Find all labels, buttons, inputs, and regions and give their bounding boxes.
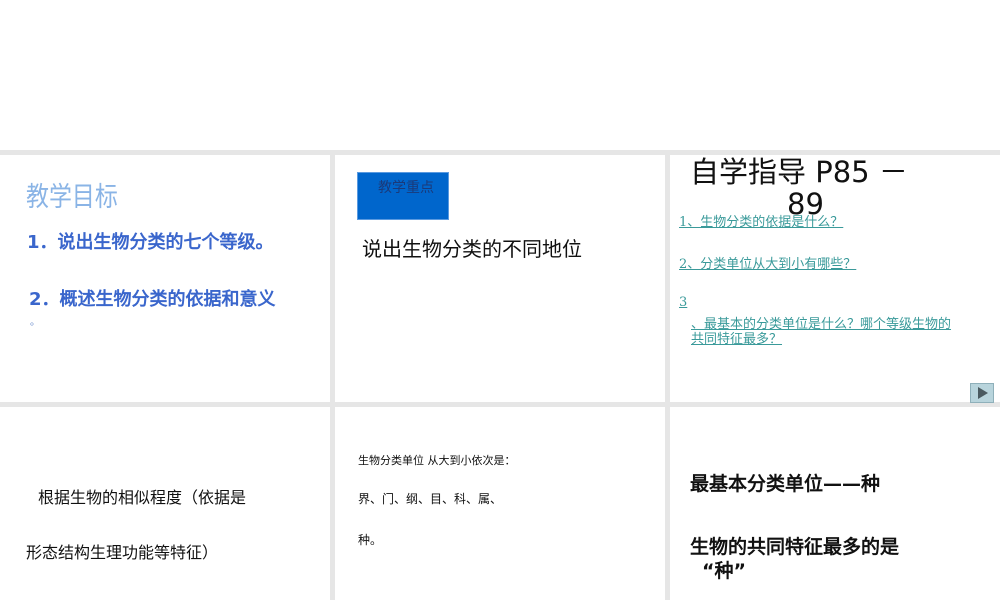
objective-item: 1．说出生物分类的七个等级。 [27,232,274,253]
units-line-1: 生物分类单位 从大到小依次是： [358,454,516,467]
slide-thumbnail-objectives[interactable]: 教学目标 1．说出生物分类的七个等级。 2．概述生物分类的依据和意义 。 [0,155,330,402]
question-link-3-number[interactable]: 3 [679,295,687,310]
key-point-text: 说出生物分类的不同地位 [362,237,582,261]
units-line-2: 界、门、纲、目、科、属、 [358,492,503,506]
basis-line-2: 形态结构生理功能等特征） [26,543,219,562]
question-link-2[interactable]: 2、分类单位从大到小有哪些？ [679,253,856,272]
trailing-punctuation: 。 [30,317,40,328]
key-points-badge: 教学重点 [357,172,449,220]
question-link-1[interactable]: 1、生物分类的依据是什么？ [679,211,843,230]
question-link-3-cont[interactable]: 共同特征最多？ [691,328,782,347]
slide-thumbnail-basis[interactable]: 根据生物的相似程度（依据是 形态结构生理功能等特征） [0,407,330,600]
units-line-3: 种。 [358,533,383,547]
slide-thumbnail-key-points[interactable]: 教学重点 说出生物分类的不同地位 [335,155,665,402]
objectives-title: 教学目标 [26,182,118,213]
slide-grid: 教学目标 1．说出生物分类的七个等级。 2．概述生物分类的依据和意义 。 教学重… [0,150,1000,600]
slide-thumbnail-units[interactable]: 生物分类单位 从大到小依次是： 界、门、纲、目、科、属、 种。 [335,407,665,600]
key-points-badge-label: 教学重点 [378,180,434,196]
play-triangle-icon[interactable] [970,383,994,403]
slide-thumbnail-self-study[interactable]: 自学指导 P85 － 89 1、生物分类的依据是什么？ 2、分类单位从大到小有哪… [670,155,1000,403]
species-line-2: 生物的共同特征最多的是 [690,536,900,558]
basis-line-1: 根据生物的相似程度（依据是 [38,488,247,507]
slide-thumbnail-species[interactable]: 最基本分类单位——种 生物的共同特征最多的是 “种” [670,407,1000,600]
species-line-3: “种” [702,560,746,582]
self-study-title: 自学指导 P85 － [690,155,908,189]
objective-item: 2．概述生物分类的依据和意义 [29,289,276,310]
species-line-1: 最基本分类单位——种 [690,473,881,495]
